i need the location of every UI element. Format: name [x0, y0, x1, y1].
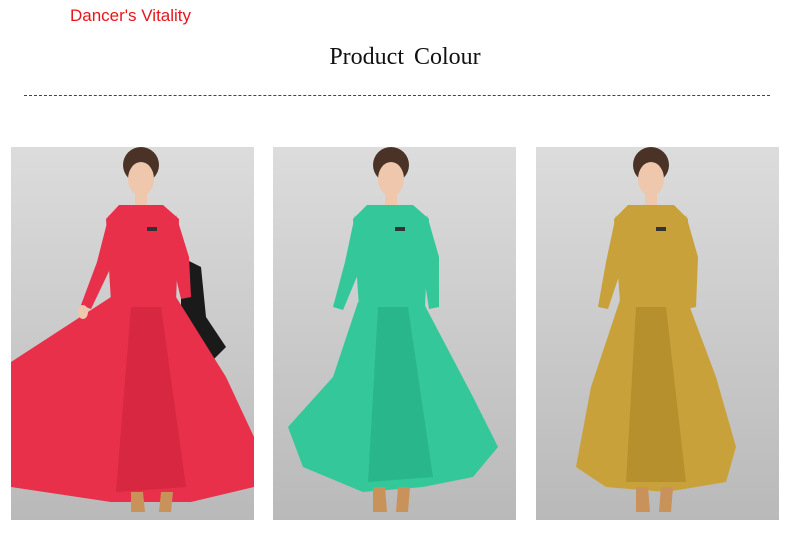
dashed-divider	[24, 95, 770, 96]
product-photo-mustard[interactable]	[536, 147, 779, 520]
brand-name: Dancer's Vitality	[70, 6, 192, 25]
page-title: Product Colour	[329, 44, 481, 70]
product-photo-green[interactable]	[273, 147, 516, 520]
product-photo-red[interactable]	[11, 147, 254, 520]
